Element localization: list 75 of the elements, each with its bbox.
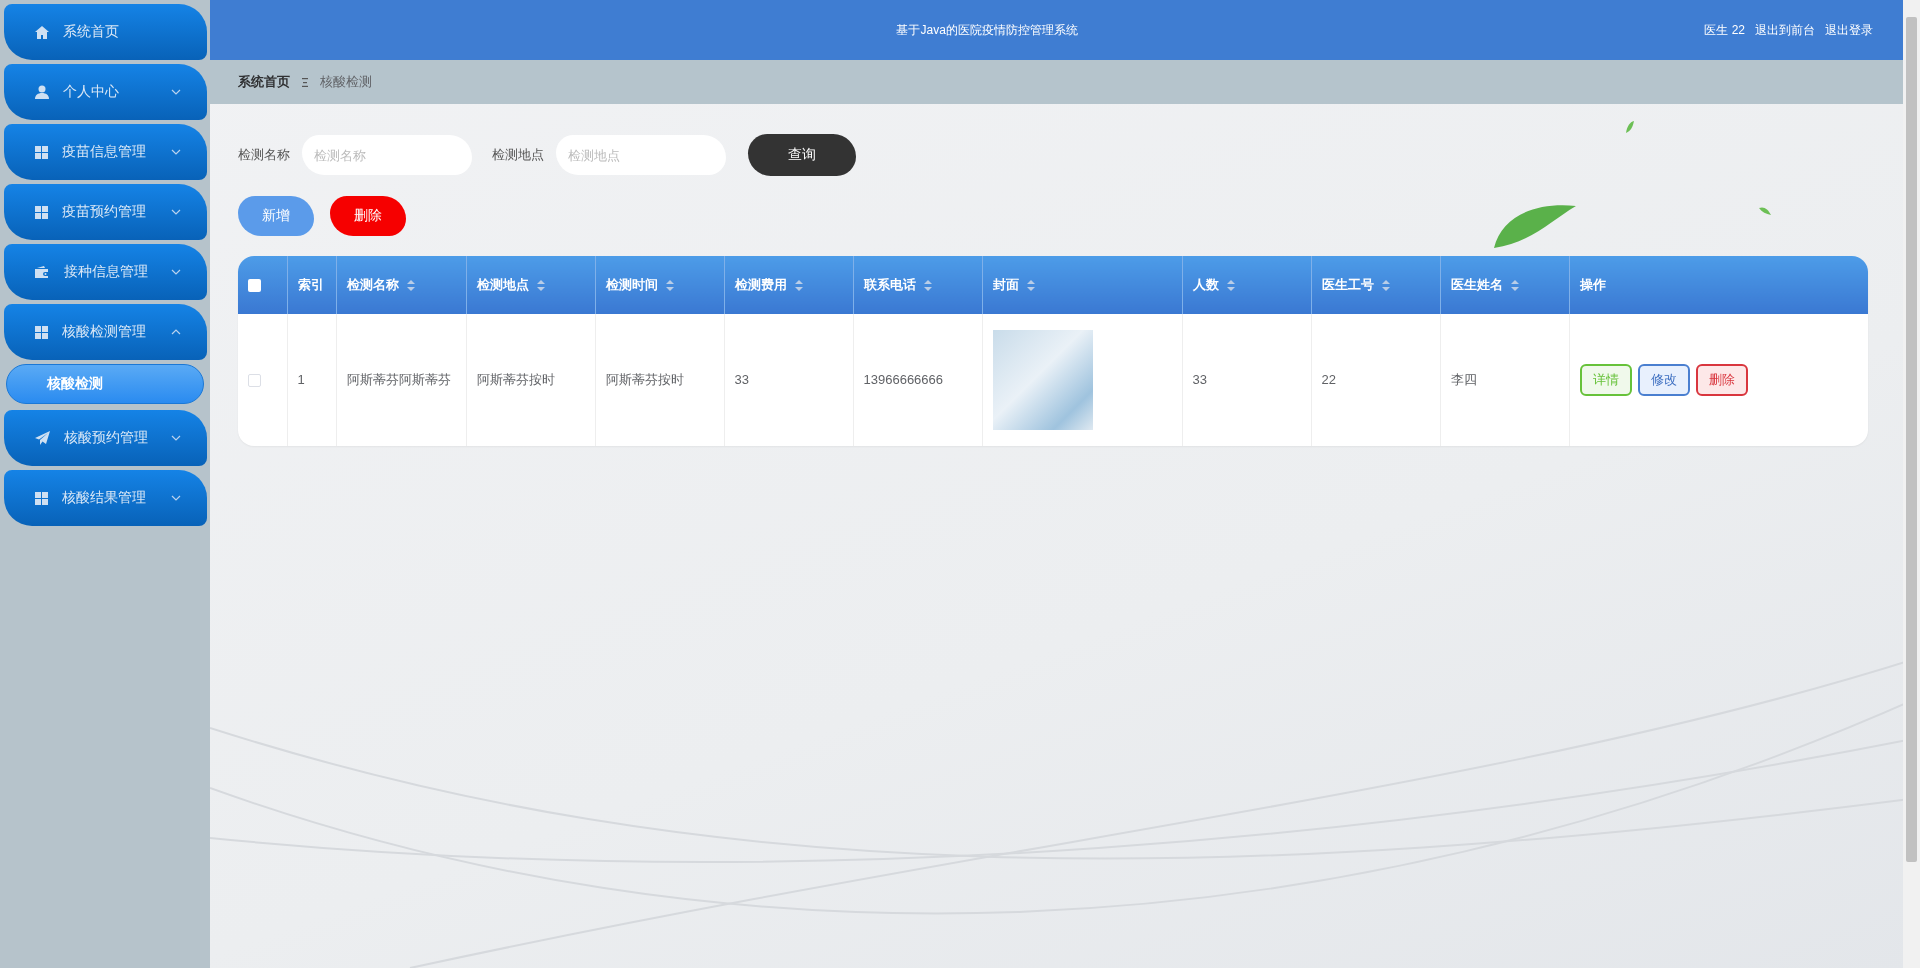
delete-button[interactable]: 删除 — [1695, 364, 1748, 396]
caret-icon — [171, 209, 181, 215]
table-cell: 阿斯蒂芬按时 — [476, 372, 555, 387]
caret-icon — [171, 89, 181, 95]
column-header: 检测名称 — [346, 276, 399, 294]
caret-icon — [171, 149, 181, 155]
column-header: 联系电话 — [863, 276, 916, 294]
add-button[interactable]: 新增 — [238, 196, 314, 236]
wallet-icon — [35, 266, 50, 278]
table-cell: 阿斯蒂芬按时 — [605, 372, 684, 387]
query-button[interactable]: 查询 — [748, 134, 856, 176]
grid-icon — [35, 491, 48, 505]
home-icon — [35, 25, 49, 39]
system-title: 基于Java的医院疫情防控管理系统 — [895, 21, 1079, 39]
column-header: 检测地点 — [476, 276, 529, 294]
column-header: 索引 — [297, 276, 324, 294]
sort-icon[interactable] — [1381, 279, 1390, 291]
search-field[interactable]: 检测名称 — [302, 135, 472, 175]
scrollbar[interactable] — [1903, 0, 1920, 968]
paper-plane-icon — [35, 431, 50, 445]
edit-button[interactable]: 修改 — [1637, 364, 1690, 396]
detail-button[interactable]: 详情 — [1579, 364, 1632, 396]
sort-icon[interactable] — [923, 279, 932, 291]
sort-icon[interactable] — [1510, 279, 1519, 291]
sort-icon[interactable] — [665, 279, 674, 291]
leaf-icon — [1758, 206, 1772, 216]
sort-icon[interactable] — [1226, 279, 1235, 291]
caret-icon — [171, 495, 181, 501]
header-link[interactable]: 退出登录 — [1825, 21, 1873, 39]
column-header: 检测费用 — [734, 276, 787, 294]
table-cell: 33 — [1192, 372, 1207, 387]
column-header: 封面 — [992, 276, 1019, 294]
caret-icon — [171, 329, 181, 335]
header-link[interactable]: 退出到前台 — [1755, 21, 1815, 39]
sort-icon[interactable] — [1026, 279, 1035, 291]
search-field[interactable]: 检测地点 — [556, 135, 726, 175]
column-header: 人数 — [1192, 276, 1219, 294]
delete-button[interactable]: 删除 — [330, 196, 406, 236]
column-header: 操作 — [1579, 276, 1606, 294]
caret-icon — [171, 269, 181, 275]
sidebar-menu-item[interactable]: 核酸结果管理 — [4, 470, 207, 526]
column-header: 医生工号 — [1321, 276, 1374, 294]
separator-icon — [302, 77, 308, 87]
sort-icon[interactable] — [794, 279, 803, 291]
field-label: 检测地点 — [492, 146, 544, 164]
sidebar-menu-item[interactable]: 疫苗信息管理 — [4, 124, 207, 180]
breadcrumb-link[interactable]: 系统首页 — [238, 73, 290, 91]
user-label: 医生 22 — [1704, 21, 1745, 39]
row-checkbox[interactable] — [248, 373, 261, 387]
table-cell: 22 — [1321, 372, 1336, 387]
sidebar-menu-item[interactable]: 核酸检测管理 — [4, 304, 207, 360]
column-header: 检测时间 — [605, 276, 658, 294]
table-cell: 13966666666 — [863, 372, 944, 387]
leaf-icon — [1625, 120, 1635, 134]
grid-icon — [35, 325, 48, 339]
breadcrumb-current: 核酸检测 — [320, 73, 372, 91]
select-all-checkbox[interactable] — [248, 278, 261, 292]
sidebar-menu-item[interactable]: 核酸预约管理 — [4, 410, 207, 466]
table-cell: 李四 — [1450, 372, 1477, 387]
table-cell: 阿斯蒂芬阿斯蒂芬 — [346, 372, 451, 387]
table-cell: 1 — [297, 372, 305, 387]
grid-icon — [35, 145, 48, 159]
grid-icon — [35, 205, 48, 219]
sidebar-menu-item[interactable]: 疫苗预约管理 — [4, 184, 207, 240]
sidebar-menu-item[interactable]: 个人中心 — [4, 64, 207, 120]
sidebar-menu-item[interactable]: 接种信息管理 — [4, 244, 207, 300]
sort-icon[interactable] — [536, 279, 545, 291]
column-header: 医生姓名 — [1450, 276, 1503, 294]
sidebar-submenu-item[interactable]: 核酸检测 — [6, 364, 204, 404]
caret-icon — [171, 435, 181, 441]
field-label: 检测名称 — [238, 146, 290, 164]
sort-icon[interactable] — [406, 279, 415, 291]
table-cell: 33 — [734, 372, 749, 387]
user-icon — [35, 85, 49, 99]
sidebar-menu-item[interactable]: 系统首页 — [4, 4, 207, 60]
